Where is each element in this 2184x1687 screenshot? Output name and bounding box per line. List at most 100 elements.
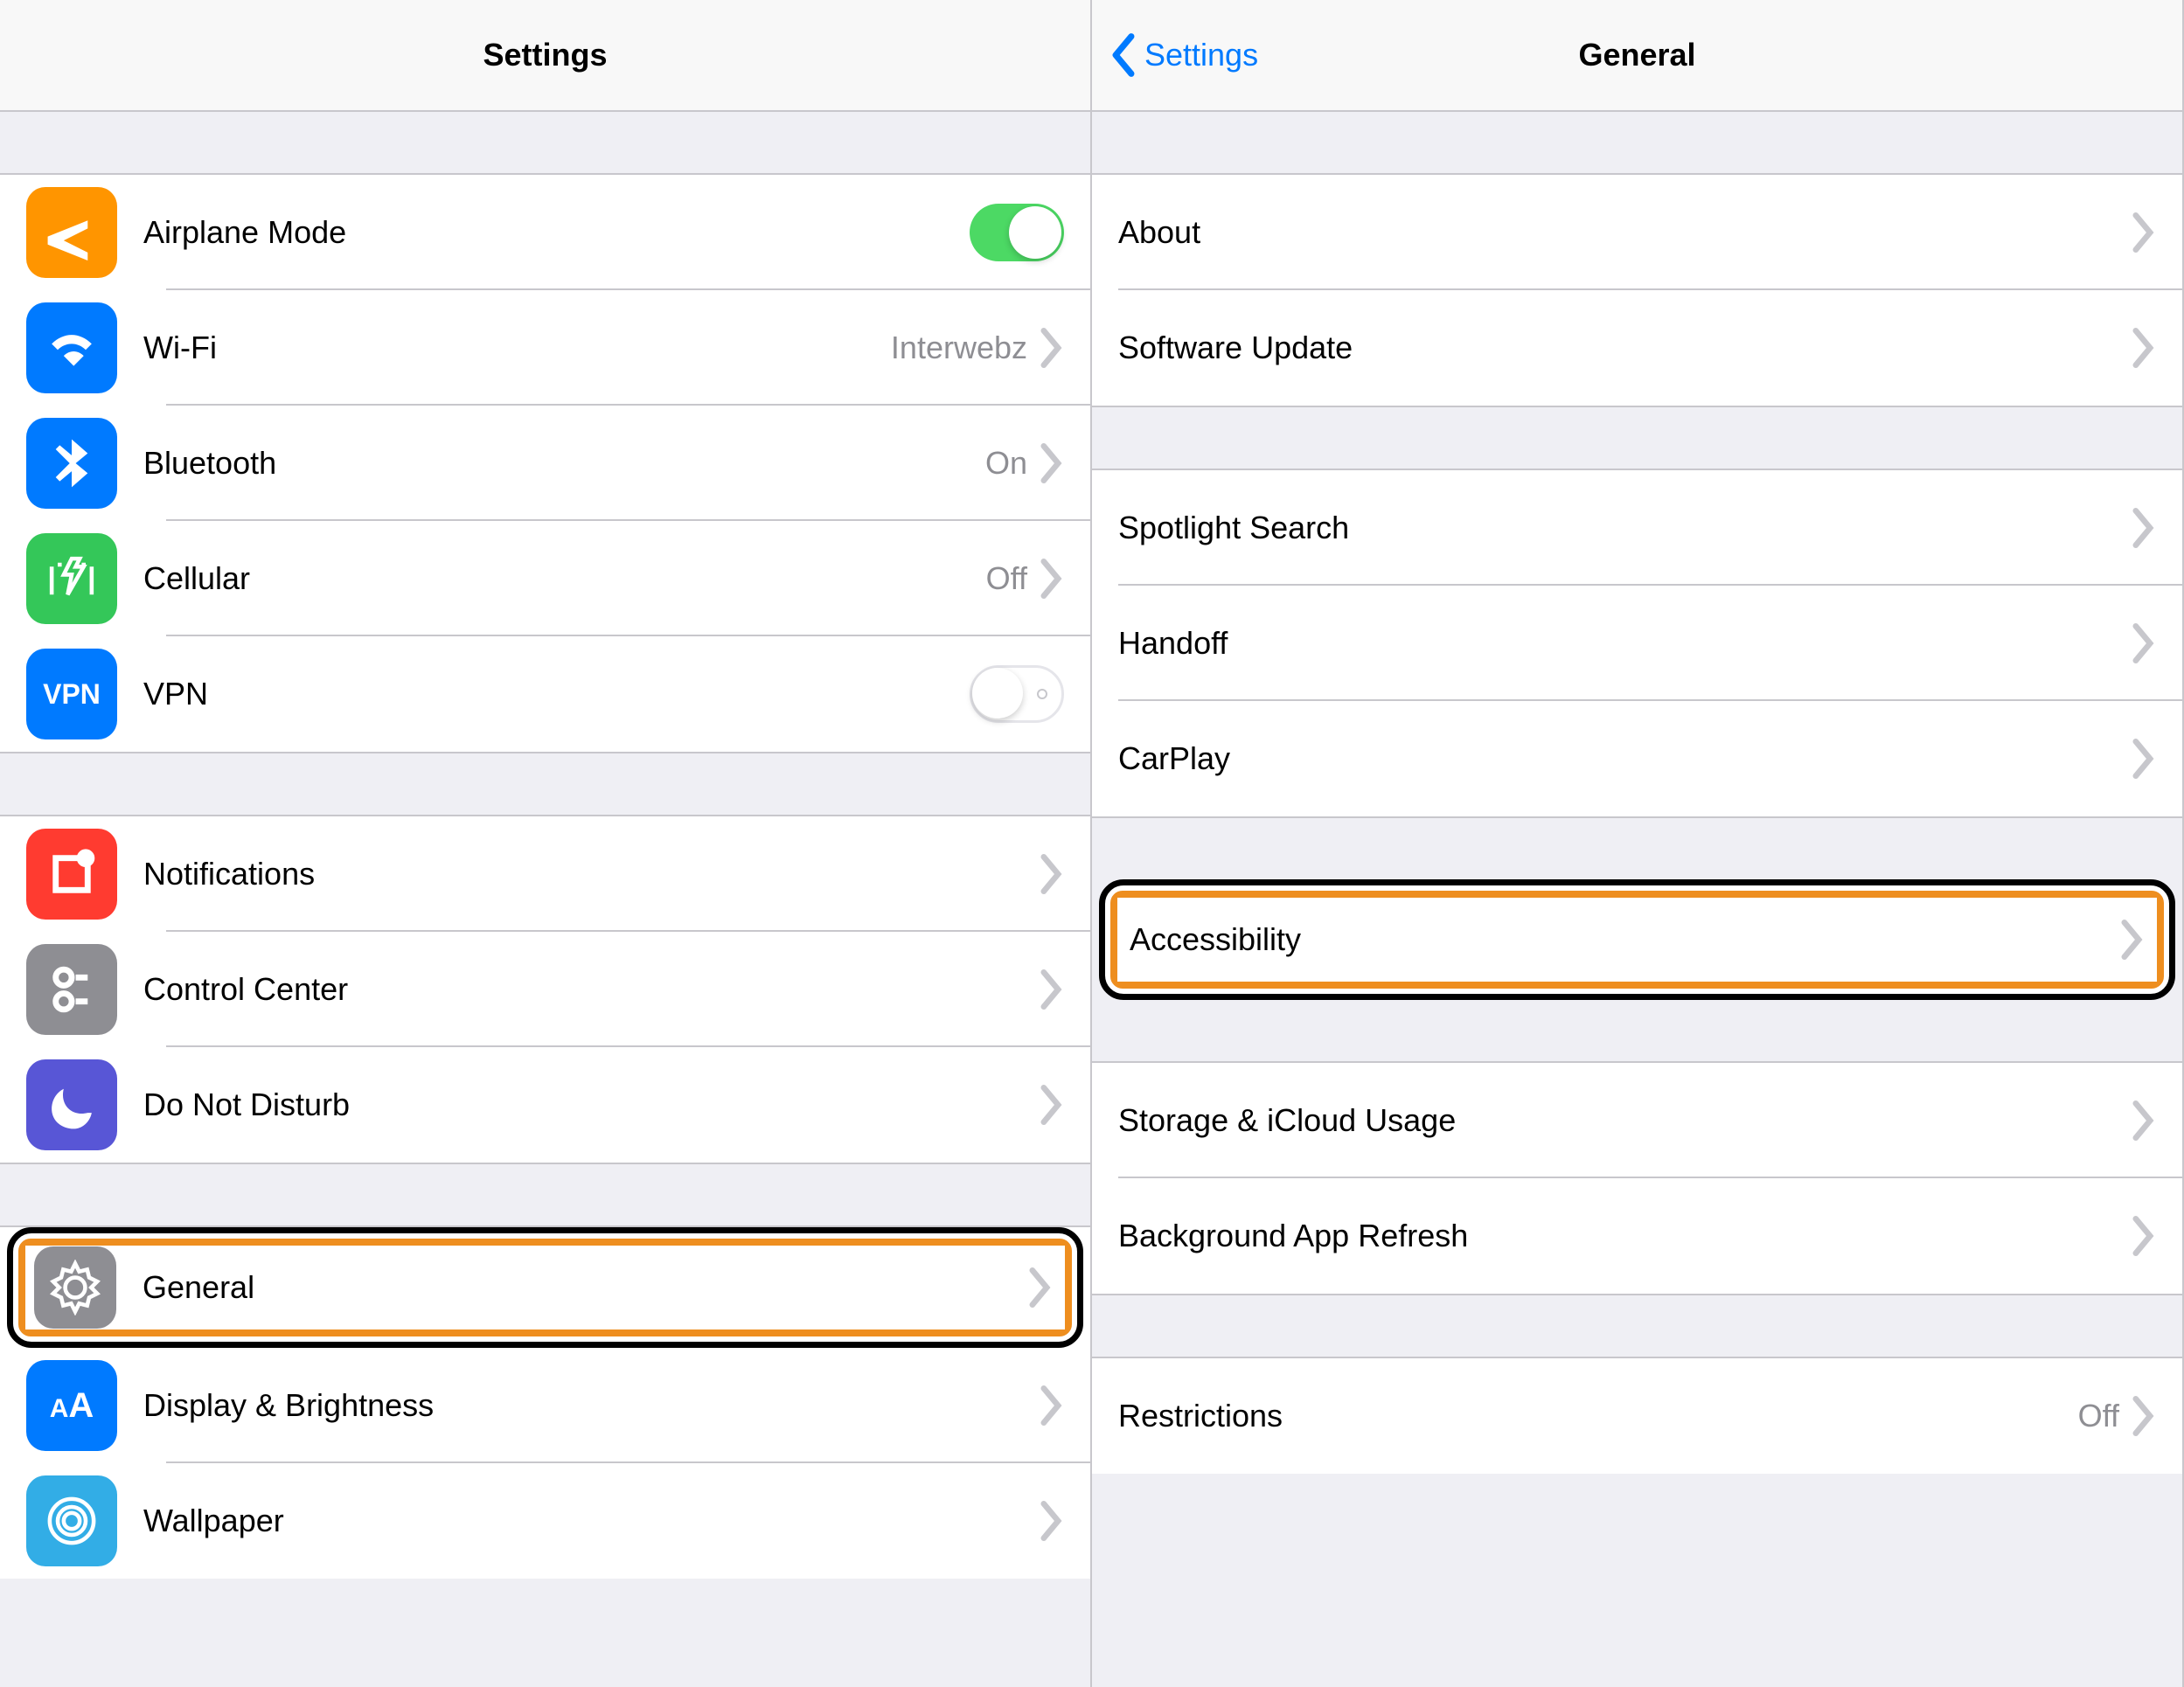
cellular-label: Cellular bbox=[143, 560, 986, 597]
carplay-row[interactable]: CarPlay bbox=[1092, 701, 2182, 816]
chevron-right-icon bbox=[2130, 328, 2156, 368]
vpn-icon: VPN bbox=[26, 649, 117, 739]
dnd-row[interactable]: Do Not Disturb bbox=[0, 1047, 1090, 1163]
chevron-right-icon bbox=[1038, 328, 1064, 368]
handoff-label: Handoff bbox=[1118, 625, 2130, 662]
about-label: About bbox=[1118, 214, 2130, 251]
software-update-row[interactable]: Software Update bbox=[1092, 290, 2182, 406]
about-group: About Software Update bbox=[1092, 173, 2182, 407]
storage-label: Storage & iCloud Usage bbox=[1118, 1102, 2130, 1139]
airplane-mode-label: Airplane Mode bbox=[143, 214, 970, 251]
restrictions-row[interactable]: Restrictions Off bbox=[1092, 1358, 2182, 1474]
chevron-right-icon bbox=[2130, 1216, 2156, 1256]
features-group: Spotlight Search Handoff CarPlay bbox=[1092, 469, 2182, 818]
chevron-right-icon bbox=[1038, 1385, 1064, 1426]
spotlight-label: Spotlight Search bbox=[1118, 510, 2130, 546]
wifi-row[interactable]: Wi-Fi Interwebz bbox=[0, 290, 1090, 406]
bluetooth-icon bbox=[26, 418, 117, 509]
back-label: Settings bbox=[1144, 37, 1258, 73]
restrictions-label: Restrictions bbox=[1118, 1398, 2078, 1434]
group-gap bbox=[1092, 112, 2182, 173]
back-button[interactable]: Settings bbox=[1109, 0, 1258, 110]
general-navbar: Settings General bbox=[1092, 0, 2182, 112]
chevron-right-icon bbox=[2118, 920, 2145, 960]
group-gap bbox=[1092, 1295, 2182, 1357]
notifications-row[interactable]: Notifications bbox=[0, 816, 1090, 932]
group-gap bbox=[1092, 407, 2182, 469]
general-title: General bbox=[1578, 37, 1695, 73]
vpn-switch[interactable] bbox=[970, 665, 1064, 723]
airplane-mode-row[interactable]: Airplane Mode bbox=[0, 175, 1090, 290]
control-center-label: Control Center bbox=[143, 971, 1038, 1008]
spotlight-row[interactable]: Spotlight Search bbox=[1092, 470, 2182, 586]
general-pane: Settings General About Software Update S… bbox=[1092, 0, 2184, 1687]
storage-group: Storage & iCloud Usage Background App Re… bbox=[1092, 1061, 2182, 1295]
control-center-icon bbox=[26, 944, 117, 1035]
chevron-right-icon bbox=[2130, 508, 2156, 548]
general-label: General bbox=[143, 1269, 1026, 1306]
chevron-right-icon bbox=[1026, 1267, 1053, 1308]
dnd-icon bbox=[26, 1059, 117, 1150]
cellular-row[interactable]: Cellular Off bbox=[0, 521, 1090, 636]
settings-navbar: Settings bbox=[0, 0, 1090, 112]
dnd-label: Do Not Disturb bbox=[143, 1086, 1038, 1123]
bluetooth-detail: On bbox=[985, 445, 1027, 482]
notifications-icon bbox=[26, 829, 117, 920]
wifi-icon bbox=[26, 302, 117, 393]
airplane-icon bbox=[26, 187, 117, 278]
group-gap bbox=[1092, 1000, 2182, 1061]
accessibility-row[interactable]: Accessibility bbox=[1117, 898, 2157, 982]
chevron-right-icon bbox=[2130, 1396, 2156, 1436]
group-gap bbox=[0, 753, 1090, 815]
group-gap bbox=[0, 1164, 1090, 1225]
chevron-right-icon bbox=[1038, 1085, 1064, 1125]
settings-pane: Settings Airplane Mode Wi-Fi Interwebz B… bbox=[0, 0, 1092, 1687]
general-icon bbox=[34, 1246, 116, 1329]
chevron-right-icon bbox=[2130, 739, 2156, 779]
accessibility-label: Accessibility bbox=[1130, 921, 2118, 958]
wallpaper-row[interactable]: Wallpaper bbox=[0, 1463, 1090, 1579]
carplay-label: CarPlay bbox=[1118, 740, 2130, 777]
general-highlight: General bbox=[7, 1227, 1083, 1348]
background-refresh-row[interactable]: Background App Refresh bbox=[1092, 1178, 2182, 1294]
cellular-detail: Off bbox=[986, 560, 1027, 597]
airplane-mode-switch[interactable] bbox=[970, 204, 1064, 261]
chevron-right-icon bbox=[1038, 443, 1064, 483]
chevron-right-icon bbox=[2130, 1100, 2156, 1141]
display-brightness-label: Display & Brightness bbox=[143, 1387, 1038, 1424]
display-icon: AA bbox=[26, 1360, 117, 1451]
about-row[interactable]: About bbox=[1092, 175, 2182, 290]
software-update-label: Software Update bbox=[1118, 330, 2130, 366]
chevron-right-icon bbox=[2130, 623, 2156, 663]
wifi-detail: Interwebz bbox=[891, 330, 1027, 366]
cellular-icon bbox=[26, 533, 117, 624]
bluetooth-label: Bluetooth bbox=[143, 445, 985, 482]
handoff-row[interactable]: Handoff bbox=[1092, 586, 2182, 701]
general-row[interactable]: General bbox=[25, 1246, 1065, 1329]
storage-row[interactable]: Storage & iCloud Usage bbox=[1092, 1063, 2182, 1178]
chevron-right-icon bbox=[1038, 854, 1064, 894]
alerts-group: Notifications Control Center Do Not Dist… bbox=[0, 815, 1090, 1164]
chevron-right-icon bbox=[1038, 1501, 1064, 1541]
wifi-label: Wi-Fi bbox=[143, 330, 891, 366]
vpn-label: VPN bbox=[143, 676, 970, 712]
chevron-right-icon bbox=[2130, 212, 2156, 253]
chevron-right-icon bbox=[1038, 969, 1064, 1010]
control-center-row[interactable]: Control Center bbox=[0, 932, 1090, 1047]
wallpaper-label: Wallpaper bbox=[143, 1503, 1038, 1539]
restrictions-detail: Off bbox=[2078, 1398, 2119, 1434]
group-gap bbox=[0, 112, 1090, 173]
chevron-right-icon bbox=[1038, 559, 1064, 599]
connectivity-group: Airplane Mode Wi-Fi Interwebz Bluetooth … bbox=[0, 173, 1090, 753]
device-group: General AA Display & Brightness Wallpape… bbox=[0, 1225, 1090, 1579]
display-brightness-row[interactable]: AA Display & Brightness bbox=[0, 1348, 1090, 1463]
settings-title: Settings bbox=[483, 37, 607, 73]
group-gap bbox=[1092, 818, 2182, 879]
background-refresh-label: Background App Refresh bbox=[1118, 1218, 2130, 1254]
vpn-row[interactable]: VPN VPN bbox=[0, 636, 1090, 752]
notifications-label: Notifications bbox=[143, 856, 1038, 892]
accessibility-highlight: Accessibility bbox=[1099, 879, 2175, 1000]
restrictions-group: Restrictions Off bbox=[1092, 1357, 2182, 1474]
bluetooth-row[interactable]: Bluetooth On bbox=[0, 406, 1090, 521]
wallpaper-icon bbox=[26, 1475, 117, 1566]
